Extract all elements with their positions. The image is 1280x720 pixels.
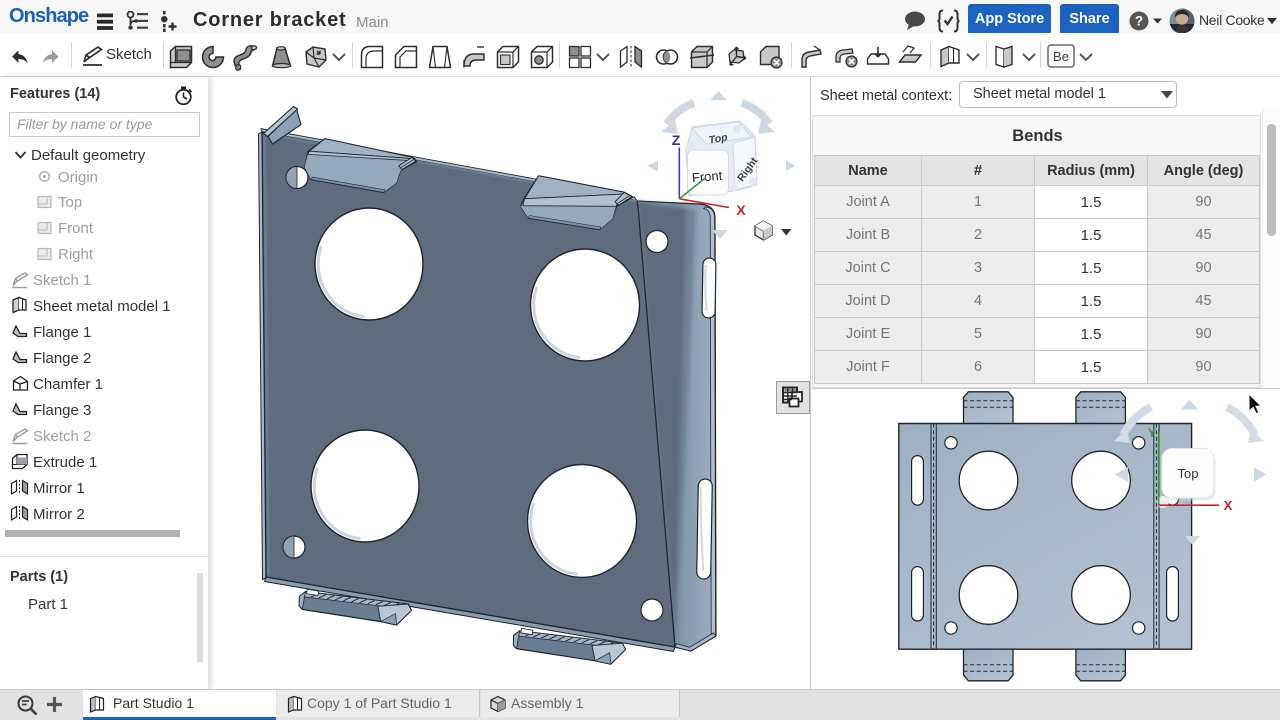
- svg-text:Front: Front: [691, 168, 723, 186]
- svg-text:X: X: [1224, 498, 1233, 513]
- svg-text:Be: Be: [1053, 49, 1069, 64]
- svg-text:Top: Top: [1178, 466, 1199, 481]
- svg-text:?: ?: [1135, 14, 1143, 29]
- svg-text:X: X: [736, 202, 746, 218]
- svg-text:Z: Z: [672, 132, 681, 148]
- svg-text:Y: Y: [1148, 426, 1156, 440]
